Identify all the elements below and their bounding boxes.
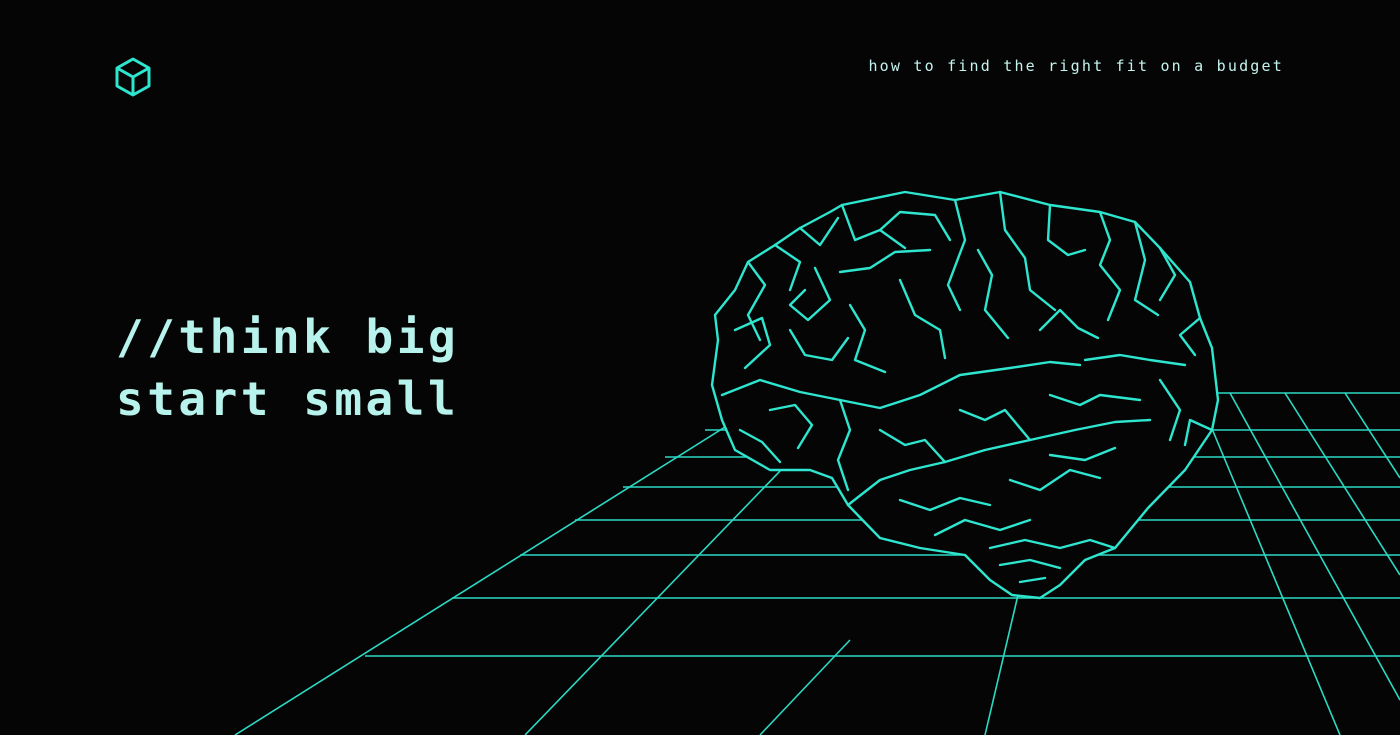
- cube-icon[interactable]: [112, 56, 154, 98]
- brain-icon: [710, 190, 1220, 600]
- tagline: how to find the right fit on a budget: [868, 57, 1284, 75]
- headline-line-1: //think big: [116, 310, 460, 364]
- hero-banner: how to find the right fit on a budget //…: [0, 0, 1400, 735]
- hero-headline: //think big start small: [116, 306, 459, 430]
- headline-line-2: start small: [116, 372, 460, 426]
